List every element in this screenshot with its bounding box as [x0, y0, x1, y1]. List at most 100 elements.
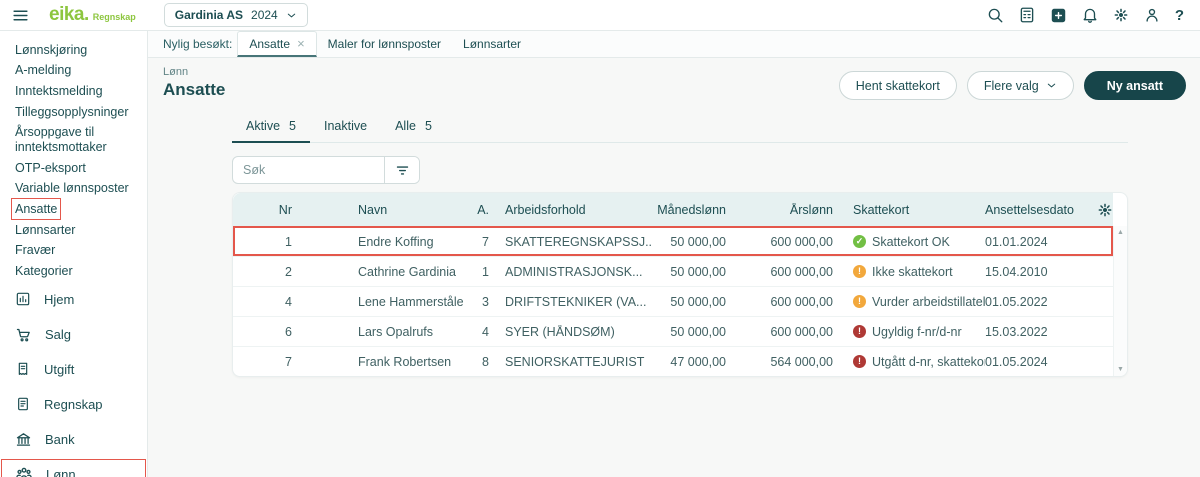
col-header-manedslonn[interactable]: Månedslønn [652, 203, 732, 217]
sidebar-subitem-lonnsarter[interactable]: Lønnsarter [15, 220, 137, 241]
col-header-ansettelsesdato[interactable]: Ansettelsesdato [985, 203, 1097, 217]
cell-skattekort: ! Ikke skattekort [837, 265, 985, 279]
sidebar-submenu: Lønnskjøring A-melding Inntektsmelding T… [0, 34, 147, 282]
sidebar-subitem-ansatte[interactable]: Ansatte [15, 199, 137, 220]
cell-ansettelsesdato: 01.01.2024 [985, 235, 1097, 249]
cell-arbeidsforhold: SENIORSKATTEJURIST [497, 355, 652, 369]
cell-arbeidsforhold: SKATTEREGNSKAPSSJ... [497, 235, 652, 249]
cell-ansettelsesdato: 15.03.2022 [985, 325, 1097, 339]
sidebar-subitem-a-melding[interactable]: A-melding [15, 61, 137, 82]
page-header: Lønn Ansatte Hent skattekort Flere valg … [163, 66, 1186, 100]
cell-arbeidsforhold: ADMINISTRASJONSK... [497, 265, 652, 279]
sidebar-item-hjem[interactable]: Hjem [0, 282, 147, 317]
recent-tab[interactable]: Ansatte × [237, 31, 316, 57]
sidebar-item-salg[interactable]: Salg [0, 317, 147, 352]
main-area: Nylig besøkt: Ansatte × Maler for lønnsp… [148, 31, 1200, 477]
tab-alle[interactable]: Alle 5 [381, 114, 446, 143]
close-icon[interactable]: × [297, 37, 305, 50]
cell-arbeidsforhold: DRIFTSTEKNIKER (VA... [497, 295, 652, 309]
table-row[interactable]: 1 Endre Koffing 7 SKATTEREGNSKAPSSJ... 5… [233, 226, 1113, 256]
skattekort-status-icon: ! [853, 295, 866, 308]
col-header-arslonn[interactable]: Årslønn [732, 203, 837, 217]
table-row[interactable]: 2 Cathrine Gardinia 1 ADMINISTRASJONSK..… [233, 256, 1113, 286]
skattekort-status-icon: ! [853, 355, 866, 368]
cell-nr: 7 [233, 355, 298, 369]
employee-table: Nr Navn A. Arbeidsforhold Månedslønn Års… [232, 192, 1128, 377]
cell-navn: Frank Robertsen [298, 355, 463, 369]
col-header-skattekort[interactable]: Skattekort [837, 203, 985, 217]
chart-icon [15, 291, 31, 307]
cell-manedslonn: 47 000,00 [652, 355, 732, 369]
account-icon[interactable] [1143, 6, 1161, 24]
notifications-icon[interactable] [1081, 6, 1099, 24]
add-icon[interactable] [1050, 7, 1067, 24]
people-icon [15, 465, 33, 477]
scroll-up-icon[interactable]: ▲ [1117, 229, 1124, 236]
search-input[interactable] [233, 157, 384, 183]
cell-ansettelsesdato: 01.05.2024 [985, 355, 1097, 369]
table-row[interactable]: 7 Frank Robertsen 8 SENIORSKATTEJURIST 4… [233, 346, 1113, 376]
tab-aktive[interactable]: Aktive 5 [232, 114, 310, 143]
sidebar-subitem-inntektsmelding[interactable]: Inntektsmelding [15, 81, 137, 102]
hent-skattekort-button[interactable]: Hent skattekort [839, 71, 957, 100]
cell-nr: 6 [233, 325, 298, 339]
sidebar-subitem-tilleggsopplysninger[interactable]: Tilleggsopplysninger [15, 102, 137, 123]
sidebar-item-regnskap[interactable]: Regnskap [0, 387, 147, 422]
cell-arslonn: 564 000,00 [732, 355, 837, 369]
sidebar-item-bank[interactable]: Bank [0, 422, 147, 457]
sidebar-subitem-otp-eksport[interactable]: OTP-eksport [15, 158, 137, 179]
sidebar-subitem-variable-lonnsposter[interactable]: Variable lønnsposter [15, 179, 137, 200]
filter-icon [395, 163, 410, 178]
column-settings-button[interactable] [1097, 202, 1113, 218]
cell-skattekort: ! Vurder arbeidstillatelse [837, 295, 985, 309]
table-scrollbar[interactable]: ▲ ▼ [1113, 226, 1127, 376]
cell-a: 7 [463, 235, 497, 249]
sidebar-subitem-fravar[interactable]: Fravær [15, 240, 137, 261]
search-icon[interactable] [986, 6, 1004, 24]
page-title: Ansatte [163, 80, 225, 100]
calculator-icon[interactable] [1018, 6, 1036, 24]
eika-logo: eika. Regnskap [49, 4, 136, 26]
sidebar-item-lonn[interactable]: Lønn [0, 457, 147, 477]
recent-tab[interactable]: Maler for lønnsposter [317, 31, 452, 57]
col-header-arbeidsforhold[interactable]: Arbeidsforhold [497, 203, 652, 217]
ny-ansatt-button[interactable]: Ny ansatt [1084, 71, 1186, 100]
chevron-down-icon [1046, 80, 1057, 91]
flere-valg-button[interactable]: Flere valg [967, 71, 1074, 100]
cell-a: 1 [463, 265, 497, 279]
tab-inaktive[interactable]: Inaktive [310, 114, 381, 143]
company-year: 2024 [251, 8, 278, 22]
cell-navn: Lars Opalrufs [298, 325, 463, 339]
help-icon[interactable]: ? [1175, 7, 1184, 24]
cell-nr: 4 [233, 295, 298, 309]
content: Aktive 5 Inaktive Alle 5 [232, 114, 1128, 377]
filter-button[interactable] [384, 157, 419, 183]
recent-tab[interactable]: Lønnsarter [452, 31, 532, 57]
sidebar-subitem-arsoppgave[interactable]: Årsoppgave til inntektsmottaker [15, 122, 137, 158]
cell-a: 3 [463, 295, 497, 309]
receipt-icon [15, 361, 31, 377]
cell-skattekort: ! Utgått d-nr, skattekort fo [837, 355, 985, 369]
cell-skattekort: ✓ Skattekort OK [837, 235, 985, 249]
sidebar-subitem-lonnskjoring[interactable]: Lønnskjøring [15, 40, 137, 61]
sidebar-item-utgift[interactable]: Utgift [0, 352, 147, 387]
chevron-down-icon [286, 10, 297, 21]
company-selector[interactable]: Gardinia AS 2024 [164, 3, 308, 27]
sidebar: Lønnskjøring A-melding Inntektsmelding T… [0, 31, 148, 477]
cell-arslonn: 600 000,00 [732, 235, 837, 249]
cell-manedslonn: 50 000,00 [652, 265, 732, 279]
table-row[interactable]: 6 Lars Opalrufs 4 SYER (HÅNDSØM) 50 000,… [233, 316, 1113, 346]
scroll-down-icon[interactable]: ▼ [1117, 366, 1124, 373]
cell-a: 4 [463, 325, 497, 339]
col-header-nr[interactable]: Nr [233, 203, 298, 217]
col-header-a[interactable]: A. [463, 203, 497, 217]
sidebar-subitem-kategorier[interactable]: Kategorier [15, 261, 137, 282]
hamburger-menu-icon[interactable] [12, 7, 29, 24]
table-row[interactable]: 4 Lene Hammerstålesen 3 DRIFTSTEKNIKER (… [233, 286, 1113, 316]
col-header-navn[interactable]: Navn [298, 203, 463, 217]
skattekort-status-icon: ! [853, 325, 866, 338]
cell-nr: 1 [233, 235, 298, 249]
breadcrumb: Lønn [163, 66, 225, 78]
cell-manedslonn: 50 000,00 [652, 235, 732, 249]
settings-icon[interactable] [1113, 7, 1129, 23]
